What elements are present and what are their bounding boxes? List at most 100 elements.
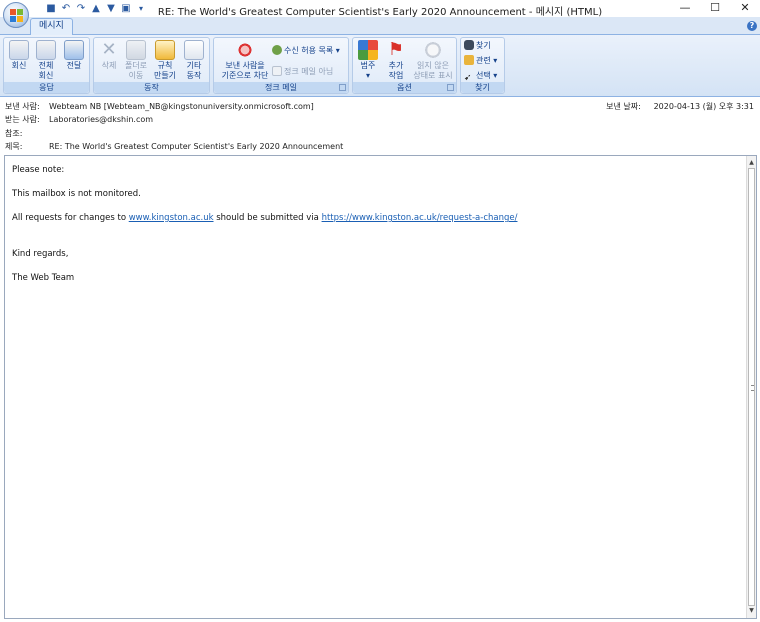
binoculars-icon (464, 40, 474, 50)
group-actions: ✕ 삭제 폴더로 이동 규칙 만들기 기타 동작 동작 (93, 37, 210, 94)
rules-label-2: 만들기 (153, 71, 177, 80)
requests-prefix: All requests for changes to (12, 213, 129, 223)
not-junk-label: 정크 메일 아님 (284, 67, 334, 76)
options-dialog-launcher-icon[interactable] (447, 84, 454, 91)
reply-all-icon (36, 40, 56, 60)
categorize-button[interactable]: 범주 ▾ (356, 40, 380, 81)
close-button[interactable]: ✕ (730, 0, 760, 17)
reply-all-button[interactable]: 전체 회신 (34, 40, 58, 81)
body-closing: Kind regards, (12, 249, 69, 259)
safe-lists-label: 수신 허용 목록 (284, 46, 334, 55)
followup-label-2: 작업 (388, 71, 404, 80)
subject-value: RE: The World's Greatest Computer Scient… (49, 142, 344, 151)
folder-move-icon (126, 40, 146, 60)
reply-all-label-1: 전체 (38, 61, 54, 70)
tab-message[interactable]: 메시지 (30, 18, 73, 36)
from-row: 보낸 사람: Webteam NB [Webteam_NB@kingstonuni… (5, 101, 314, 114)
not-junk-button[interactable]: 정크 메일 아님 (272, 66, 333, 78)
message-content: Please note: This mailbox is not monitor… (12, 164, 517, 296)
move-to-folder-button[interactable]: 폴더로 이동 (123, 40, 149, 81)
follow-up-button[interactable]: ⚑ 추가 작업 (383, 40, 409, 81)
select-label: 선택 (476, 71, 491, 80)
reply-all-label-2: 회신 (38, 71, 54, 80)
request-change-link[interactable]: https://www.kingston.ac.uk/request-a-cha… (322, 213, 518, 223)
forward-icon (64, 40, 84, 60)
related-button[interactable]: 관련 ▾ (464, 55, 497, 67)
delete-label: 삭제 (101, 61, 117, 70)
window-controls: — ☐ ✕ (670, 0, 760, 17)
scroll-thumb[interactable] (748, 168, 755, 606)
safe-lists-button[interactable]: 수신 허용 목록 ▾ (272, 45, 340, 57)
scroll-grip-icon (751, 385, 754, 391)
minimize-button[interactable]: — (670, 0, 700, 17)
subject-row: 제목: RE: The World's Greatest Computer Sci… (5, 141, 343, 154)
other-label-2: 동작 (186, 71, 202, 80)
create-rule-button[interactable]: 규칙 만들기 (152, 40, 178, 81)
block-label-2: 기준으로 차단 (221, 71, 269, 80)
mark-unread-button[interactable]: 읽지 않은 상태로 표시 (411, 40, 455, 81)
rules-label-1: 규칙 (157, 61, 173, 70)
categorize-icon (358, 40, 378, 60)
not-junk-icon (272, 66, 282, 76)
ribbon: 회신 전체 회신 전달 응답 ✕ 삭제 폴더로 이동 규칙 만들기 기타 동작 … (0, 35, 760, 97)
select-button[interactable]: ➹ 선택 ▾ (464, 70, 497, 83)
group-find-label: 찾기 (461, 82, 504, 93)
ribbon-tab-row: 메시지 ? (0, 17, 760, 36)
move-label-2: 이동 (128, 71, 144, 80)
group-actions-label: 동작 (94, 82, 209, 93)
forward-button[interactable]: 전달 (62, 40, 86, 71)
from-value[interactable]: Webteam NB [Webteam_NB@kingstonuniversit… (49, 102, 314, 111)
block-sender-icon (235, 40, 255, 60)
sent-row: 보낸 날짜: 2020-04-13 (월) 오후 3:31 (606, 101, 754, 112)
reply-label: 회신 (11, 61, 27, 70)
follow-up-flag-icon: ⚑ (387, 39, 405, 60)
kingston-link[interactable]: www.kingston.ac.uk (129, 213, 214, 223)
sent-label: 보낸 날짜: (606, 102, 641, 111)
reply-icon (9, 40, 29, 60)
scroll-down-icon[interactable]: ▼ (747, 606, 756, 616)
to-row: 받는 사람: Laboratories@dkshin.com (5, 114, 153, 127)
sent-value: 2020-04-13 (월) 오후 3:31 (653, 102, 754, 111)
group-respond-label: 응답 (4, 82, 89, 93)
maximize-button[interactable]: ☐ (700, 0, 730, 17)
scroll-up-icon[interactable]: ▲ (747, 158, 756, 168)
body-line-requests: All requests for changes to www.kingston… (12, 212, 517, 224)
related-label: 관련 (476, 56, 491, 65)
group-junk: 보낸 사람을 기준으로 차단 수신 허용 목록 ▾ 정크 메일 아님 정크 메일 (213, 37, 349, 94)
delete-button[interactable]: ✕ 삭제 (97, 40, 121, 71)
block-label-1: 보낸 사람을 (225, 61, 265, 70)
body-line-unmonitored: This mailbox is not monitored. (12, 189, 141, 199)
block-sender-button[interactable]: 보낸 사람을 기준으로 차단 (218, 40, 272, 81)
to-value[interactable]: Laboratories@dkshin.com (49, 115, 153, 124)
other-label-1: 기타 (186, 61, 202, 70)
junk-dialog-launcher-icon[interactable] (339, 84, 346, 91)
categorize-dropdown-icon: ▾ (365, 71, 370, 80)
subject-label: 제목: (5, 142, 23, 151)
window-title: RE: The World's Greatest Computer Scient… (157, 7, 603, 18)
categorize-label: 범주 (360, 61, 376, 70)
forward-label: 전달 (66, 61, 82, 70)
group-find: 찾기 관련 ▾ ➹ 선택 ▾ 찾기 (460, 37, 505, 94)
mark-unread-label-2: 상태로 표시 (413, 71, 453, 80)
cc-label: 참조: (5, 129, 23, 138)
group-options-label: 옵션 (353, 82, 456, 93)
reply-button[interactable]: 회신 (7, 40, 31, 71)
cc-row: 참조: (5, 128, 49, 141)
delete-icon: ✕ (101, 39, 117, 60)
requests-middle: should be submitted via (213, 213, 322, 223)
other-actions-button[interactable]: 기타 동작 (181, 40, 207, 81)
help-icon[interactable]: ? (747, 21, 757, 31)
related-icon (464, 55, 474, 65)
title-bar: ■ ↶ ↷ ▲ ▼ ▣ ▾ RE: The World's Greatest C… (0, 0, 760, 28)
body-signature: The Web Team (12, 273, 75, 283)
other-actions-icon (184, 40, 204, 60)
mark-unread-label-1: 읽지 않은 (417, 61, 449, 70)
find-button[interactable]: 찾기 (464, 40, 491, 52)
group-options: 범주 ▾ ⚑ 추가 작업 읽지 않은 상태로 표시 옵션 (352, 37, 457, 94)
move-label-1: 폴더로 (124, 61, 148, 70)
followup-label-1: 추가 (388, 61, 404, 70)
vertical-scrollbar[interactable]: ▲ ▼ (746, 156, 756, 618)
office-button[interactable] (3, 2, 29, 28)
message-body[interactable]: Please note: This mailbox is not monitor… (4, 155, 757, 619)
create-rule-icon (155, 40, 175, 60)
